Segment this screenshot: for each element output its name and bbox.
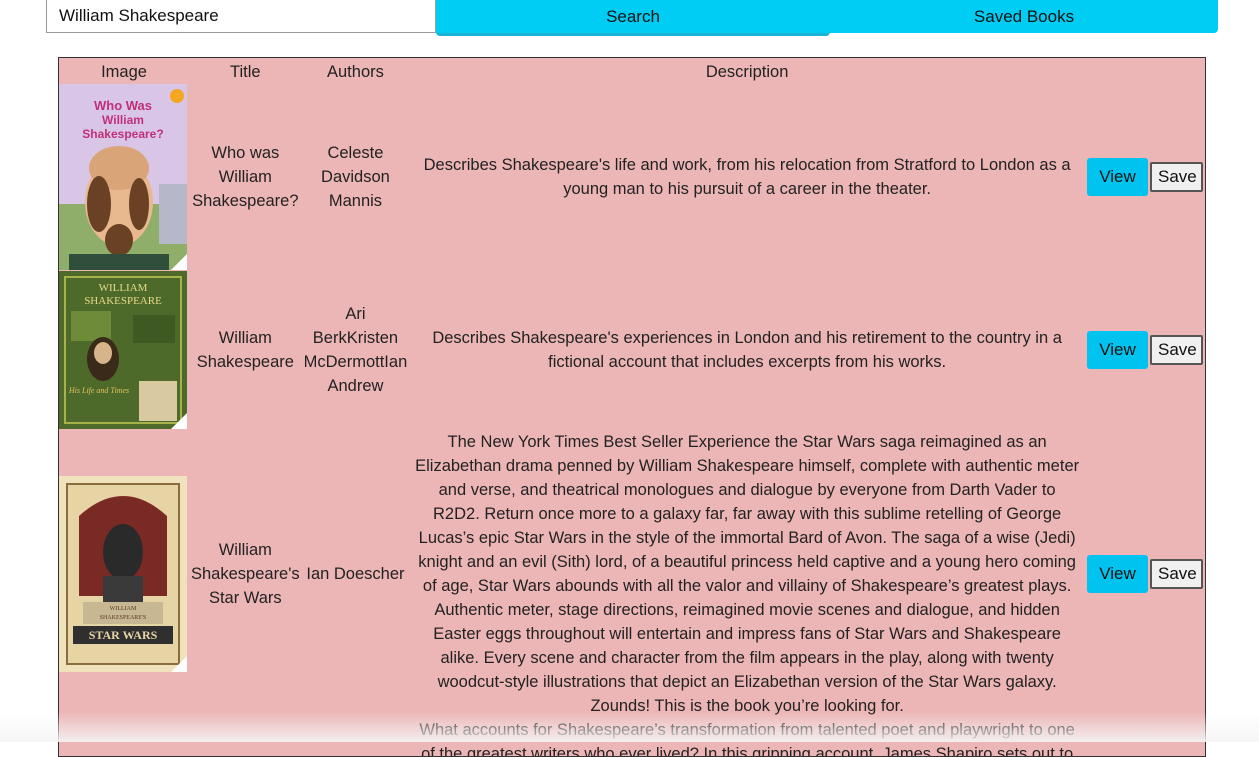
svg-text:SHAKESPEARE: SHAKESPEARE — [84, 295, 162, 307]
book-authors: Celeste Davidson Mannis — [321, 144, 390, 210]
search-button[interactable]: Search — [436, 0, 830, 36]
view-button[interactable]: View — [1087, 555, 1148, 593]
svg-text:WILLIAM: WILLIAM — [110, 606, 137, 612]
table-row: Who Was William Shakespeare? Who was Wil… — [59, 84, 1205, 270]
header-description: Description — [705, 63, 789, 81]
saved-books-button[interactable]: Saved Books — [830, 0, 1218, 33]
save-button[interactable]: Save — [1150, 162, 1203, 192]
book-cover-image[interactable]: WILLIAM SHAKESPEARE'S STAR WARS — [59, 476, 187, 672]
header-authors: Authors — [327, 63, 384, 81]
header-image: Image — [101, 63, 147, 81]
svg-text:His Life and Times: His Life and Times — [68, 386, 129, 395]
top-bar: Search Saved Books — [46, 0, 1218, 36]
book-cover-image[interactable]: Who Was William Shakespeare? — [59, 84, 187, 270]
book-authors: Ian Doescher — [306, 565, 405, 583]
book-title: William Shakespeare — [196, 329, 294, 371]
header-title: Title — [230, 63, 261, 81]
table-row: What accounts for Shakespeare’s transfor… — [59, 718, 1205, 757]
svg-text:Who Was: Who Was — [94, 98, 152, 113]
book-description: Describes Shakespeare's experiences in L… — [432, 329, 1062, 371]
view-button[interactable]: View — [1087, 331, 1148, 369]
save-button[interactable]: Save — [1150, 559, 1203, 589]
book-authors: Ari BerkKristen McDermottIan Andrew — [303, 305, 408, 395]
search-input[interactable] — [46, 0, 436, 33]
svg-text:SHAKESPEARE'S: SHAKESPEARE'S — [100, 615, 147, 621]
table-header-row: Image Title Authors Description — [59, 58, 1205, 84]
book-description: Describes Shakespeare's life and work, f… — [423, 156, 1071, 198]
book-description: The New York Times Best Seller Experienc… — [415, 433, 1080, 715]
book-title: William Shakespeare's Star Wars — [191, 541, 300, 607]
svg-text:William: William — [102, 113, 144, 127]
save-button[interactable]: Save — [1150, 335, 1203, 365]
book-cover-image[interactable]: WILLIAM SHAKESPEARE His Life and Times — [59, 271, 187, 429]
table-row: WILLIAM SHAKESPEARE His Life and Times W… — [59, 270, 1205, 430]
results-table: Image Title Authors Description Who Was … — [59, 58, 1205, 757]
book-title: Who was William Shakespeare? — [192, 144, 299, 210]
view-button[interactable]: View — [1087, 158, 1148, 196]
book-authors — [302, 718, 410, 756]
header-actions — [1085, 58, 1205, 84]
svg-text:Shakespeare?: Shakespeare? — [82, 127, 163, 141]
book-description: What accounts for Shakespeare’s transfor… — [419, 721, 1075, 757]
cover-title: STAR WARS — [89, 628, 158, 642]
svg-text:WILLIAM: WILLIAM — [99, 282, 148, 294]
results-panel: Image Title Authors Description Who Was … — [58, 57, 1206, 757]
book-title — [189, 718, 302, 756]
table-row: WILLIAM SHAKESPEARE'S STAR WARS William … — [59, 430, 1205, 718]
